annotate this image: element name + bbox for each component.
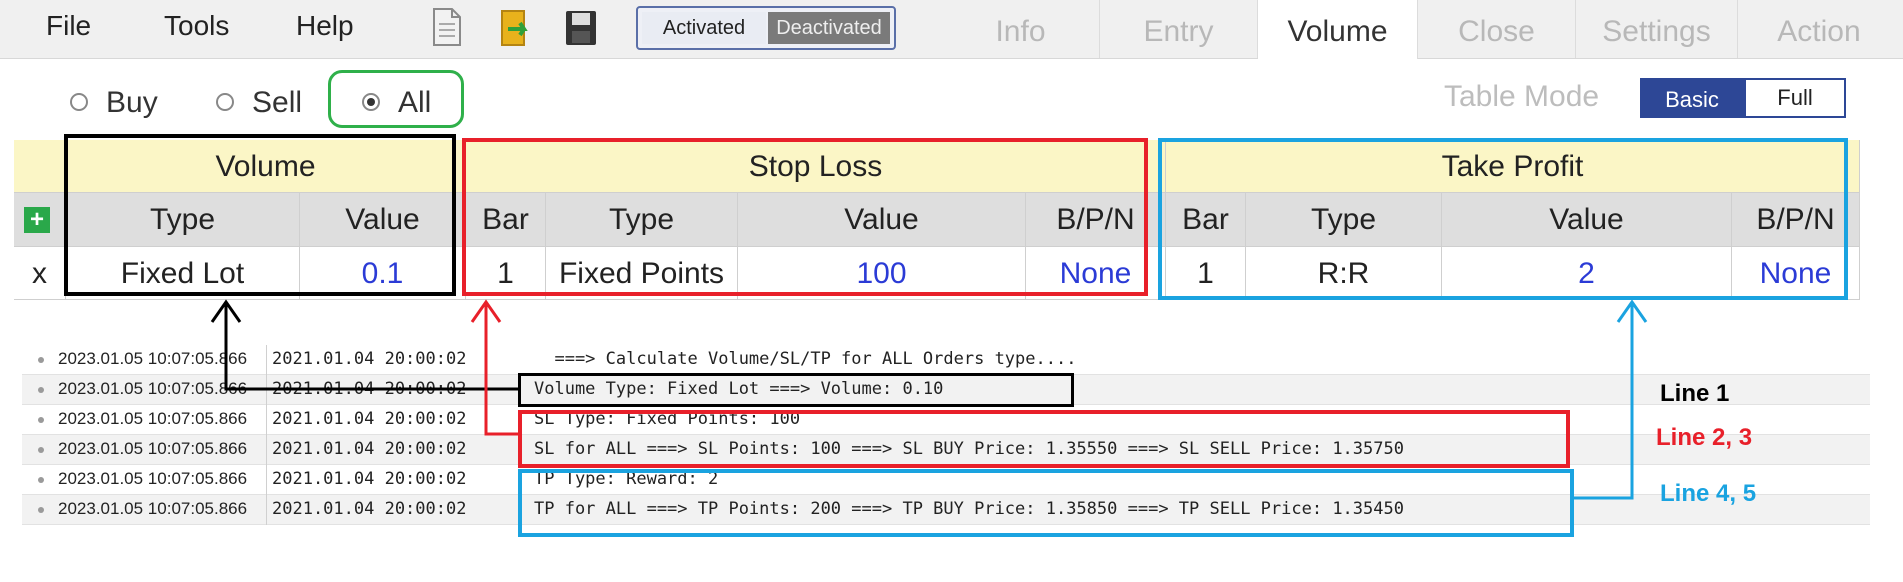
arrow-tp-line: [1574, 304, 1634, 500]
annotation-arrows: [210, 299, 1648, 500]
annotation-line23: Line 2, 3: [1656, 424, 1753, 451]
annotation-line45: Line 4, 5: [1660, 480, 1757, 507]
annotation-line1: Line 1: [1660, 380, 1730, 407]
arrow-sl-line: [484, 304, 518, 436]
